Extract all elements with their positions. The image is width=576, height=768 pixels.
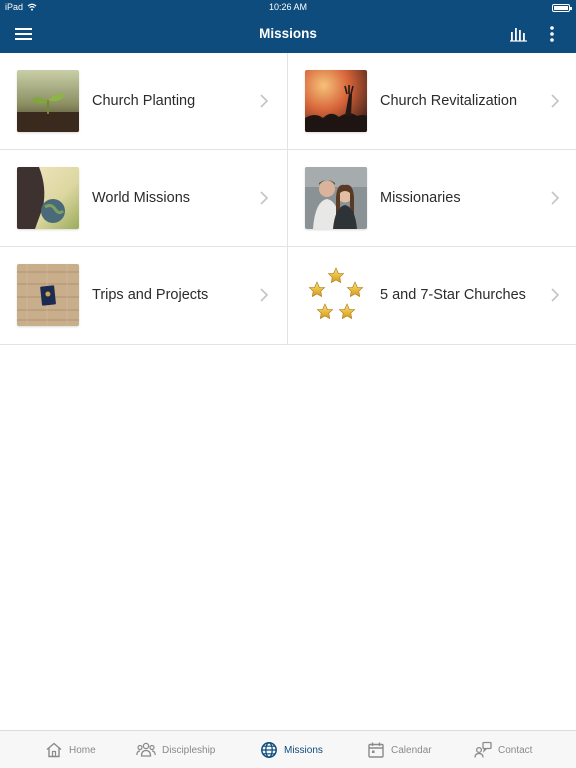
- tab-discipleship[interactable]: Discipleship: [136, 740, 215, 760]
- item-world-missions[interactable]: World Missions: [0, 150, 288, 247]
- five-gold-stars-icon: [305, 264, 367, 326]
- tab-label: Discipleship: [162, 744, 216, 756]
- globe-icon: [261, 742, 277, 758]
- chevron-right-icon: [551, 191, 560, 205]
- status-bar: iPad 10:26 AM: [0, 0, 576, 16]
- bar-chart-icon[interactable]: [509, 26, 529, 42]
- item-trips-and-projects[interactable]: Trips and Projects: [0, 247, 288, 345]
- tab-bar: Home Discipleship Missions Calendar Cont…: [0, 730, 576, 768]
- item-church-planting[interactable]: Church Planting: [0, 53, 288, 150]
- tab-home[interactable]: Home: [45, 740, 96, 760]
- missionary-couple-photo: [305, 167, 367, 229]
- nav-bar: Missions: [0, 16, 576, 53]
- tab-label: Contact: [498, 744, 533, 756]
- item-label: Church Revitalization: [380, 93, 518, 109]
- passport-on-wood-photo: [17, 264, 79, 326]
- item-church-revitalization[interactable]: Church Revitalization: [288, 53, 576, 150]
- contact-icon: [474, 741, 492, 758]
- item-missionaries[interactable]: Missionaries: [288, 150, 576, 247]
- people-icon: [136, 742, 156, 757]
- page-title: Missions: [259, 26, 317, 41]
- item-label: Missionaries: [380, 190, 461, 206]
- chevron-right-icon: [551, 288, 560, 302]
- item-label: World Missions: [92, 190, 191, 206]
- chevron-right-icon: [551, 94, 560, 108]
- item-star-churches[interactable]: 5 and 7-Star Churches: [288, 247, 576, 345]
- battery-icon: [552, 4, 572, 12]
- tab-label: Calendar: [391, 744, 432, 756]
- tab-missions[interactable]: Missions: [260, 740, 323, 760]
- more-vertical-icon[interactable]: [545, 25, 559, 43]
- status-time: 10:26 AM: [268, 2, 308, 12]
- chevron-right-icon: [260, 94, 269, 108]
- item-label: Church Planting: [92, 93, 196, 109]
- globe-in-hand-photo: [17, 167, 79, 229]
- chevron-right-icon: [260, 288, 269, 302]
- tab-label: Missions: [284, 744, 323, 756]
- worship-crowd-photo: [305, 70, 367, 132]
- calendar-icon: [368, 742, 384, 758]
- home-icon: [46, 742, 62, 758]
- chevron-right-icon: [260, 191, 269, 205]
- tab-contact[interactable]: Contact: [474, 740, 532, 760]
- missions-grid: Church Planting Church Revitalization Wo…: [0, 53, 576, 345]
- seedling-in-soil-photo: [17, 70, 79, 132]
- tab-calendar[interactable]: Calendar: [367, 740, 432, 760]
- tab-label: Home: [69, 744, 96, 756]
- item-label: 5 and 7-Star Churches: [380, 287, 526, 303]
- item-label: Trips and Projects: [92, 287, 209, 303]
